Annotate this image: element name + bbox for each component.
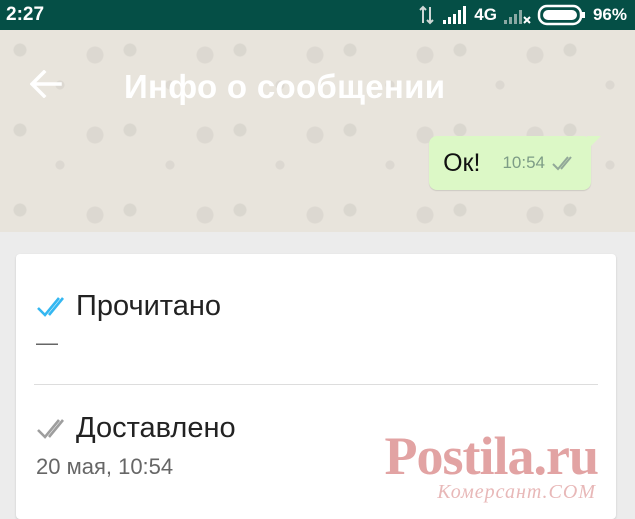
read-header: Прочитано [36, 290, 221, 323]
message-text: Ок! [443, 148, 481, 177]
message-info-screen: 2:27 4G 96% Инфо о сообщении Ок! 10:54 П… [0, 0, 635, 519]
network-type: 4G [474, 5, 497, 24]
signal-icon [443, 6, 467, 24]
read-label: Прочитано [76, 290, 221, 322]
receipt-card: Прочитано — Доставлено 20 мая, 10:54 Pos… [16, 254, 616, 519]
double-check-blue-icon [37, 296, 65, 317]
data-arrows-icon [419, 5, 434, 25]
message-time: 10:54 [502, 153, 545, 172]
status-bar: 2:27 4G 96% [0, 0, 635, 30]
toolbar: Инфо о сообщении [0, 30, 635, 142]
delivered-label: Доставлено [76, 412, 236, 444]
arrow-left-icon [30, 70, 62, 98]
delivered-header: Доставлено [36, 412, 236, 445]
read-value: — [36, 330, 58, 355]
signal-x-icon [503, 10, 531, 24]
battery-icon [537, 4, 585, 26]
status-time: 2:27 [6, 4, 45, 25]
back-button[interactable] [26, 64, 66, 104]
delivered-value: 20 мая, 10:54 [36, 454, 174, 479]
watermark: Postila.ru Комерсант.COM [385, 425, 599, 511]
status-icons: 4G 96% [418, 3, 627, 27]
double-check-gray-icon [37, 418, 65, 439]
watermark-subtitle: Комерсант.COM [437, 481, 596, 503]
watermark-title: Postila.ru [384, 426, 599, 486]
double-check-icon [552, 156, 572, 171]
page-title: Инфо о сообщении [124, 68, 446, 105]
bubble-tail [587, 136, 601, 150]
message-bubble[interactable]: Ок! 10:54 [429, 136, 601, 190]
divider [34, 384, 598, 385]
battery-percent: 96% [592, 5, 627, 24]
